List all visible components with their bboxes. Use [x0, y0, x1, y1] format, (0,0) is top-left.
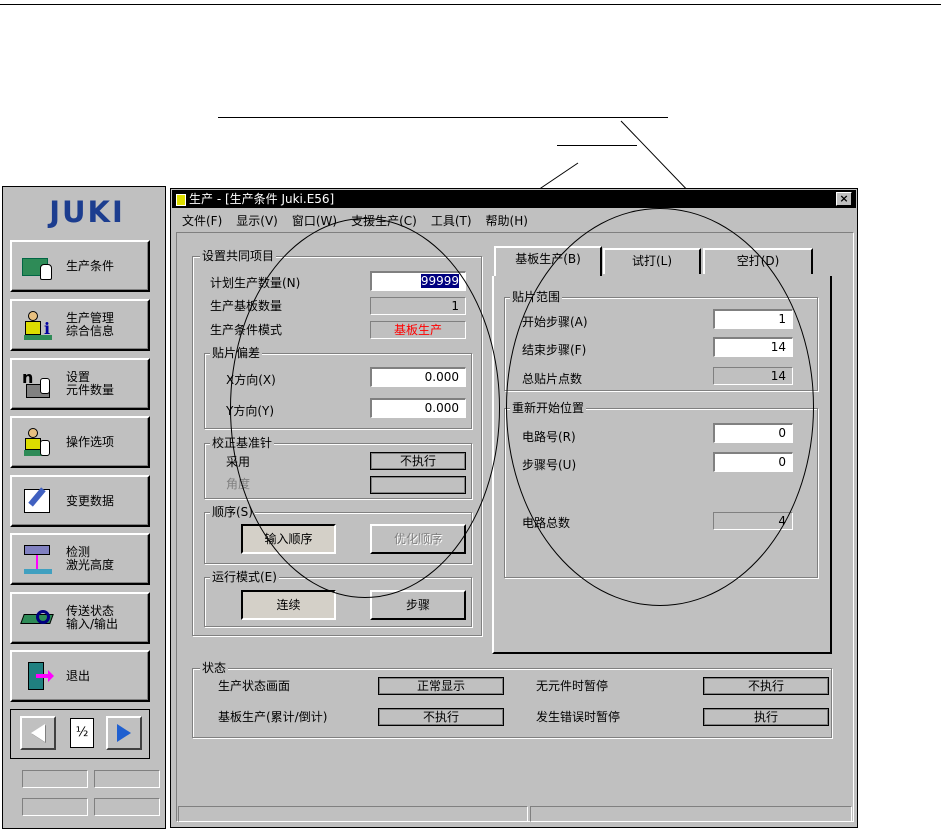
status-screen-value[interactable]: 正常显示	[378, 677, 504, 695]
planned-qty-label: 计划生产数量(N)	[210, 276, 301, 290]
arrow-right-icon	[117, 724, 131, 742]
nav-production-conditions-button[interactable]: 生产条件	[10, 240, 150, 292]
pin-angle-label: 角度	[226, 477, 251, 491]
mode-label: 生产条件模式	[210, 323, 283, 337]
nav-production-management-button[interactable]: i 生产管理 综合信息	[10, 299, 150, 351]
error-pause-value[interactable]: 执行	[703, 708, 829, 726]
page-indicator: ½	[70, 718, 94, 748]
tab-board-production[interactable]: 基板生产(B)	[494, 246, 602, 276]
board-qty-label: 生产基板数量	[210, 299, 283, 313]
close-button[interactable]: ×	[836, 192, 852, 206]
offset-y-label: Y方向(Y)	[226, 404, 275, 418]
pcb-board-hand-icon	[22, 250, 58, 282]
edit-pencil-icon	[22, 485, 58, 517]
status-title: 状态	[200, 661, 229, 675]
circuit-no-input[interactable]: 0	[713, 423, 793, 443]
exit-door-icon	[22, 660, 58, 692]
conveyor-io-icon	[20, 602, 58, 634]
window-title-bar[interactable]: 生产 - [生产条件 Juki.E56]	[172, 190, 856, 208]
step-button[interactable]: 步骤	[370, 590, 466, 620]
next-page-button[interactable]	[106, 716, 142, 750]
start-step-label: 开始步骤(A)	[522, 315, 588, 329]
circuit-total-label: 电路总数	[522, 516, 571, 530]
start-step-input[interactable]: 1	[713, 309, 793, 329]
continuous-button[interactable]: 连续	[241, 590, 336, 620]
circuit-total-value: 4	[713, 512, 793, 530]
prev-page-button[interactable]	[20, 716, 56, 750]
menu-bar: 文件(F) 显示(V) 窗口(W) 支援生产(C) 工具(T) 帮助(H)	[172, 210, 856, 230]
planned-qty-input[interactable]: 99999	[370, 271, 466, 291]
arrow-left-icon	[31, 724, 45, 742]
operator-info-icon: i	[22, 309, 58, 341]
nav-transfer-io-button[interactable]: 传送状态 输入/输出	[10, 592, 150, 644]
operator-options-icon	[22, 426, 58, 458]
tab-test-placement[interactable]: 试打(L)	[603, 248, 701, 274]
pin-use-label: 采用	[226, 455, 251, 469]
nav-label: 生产管理 综合信息	[66, 311, 115, 338]
error-pause-label: 发生错误时暂停	[536, 710, 621, 724]
laser-height-icon	[22, 543, 58, 575]
mode-value: 基板生产	[370, 321, 466, 339]
window-title: 生产 - [生产条件 Juki.E56]	[189, 192, 335, 206]
step-no-label: 步骤号(U)	[522, 458, 577, 472]
run-mode-title: 运行模式(E)	[210, 570, 279, 584]
total-points-value: 14	[713, 367, 793, 385]
nav-operation-options-button[interactable]: 操作选项	[10, 416, 150, 468]
status-cell	[22, 770, 88, 788]
statusbar-pane	[178, 806, 528, 822]
statusbar-pane	[530, 806, 852, 822]
app-icon	[176, 193, 186, 206]
no-part-pause-value[interactable]: 不执行	[703, 677, 829, 695]
menu-file[interactable]: 文件(F)	[182, 212, 222, 229]
nav-label: 检测 激光高度	[66, 545, 115, 572]
count-mode-label: 基板生产(累计/倒计)	[218, 710, 328, 724]
menu-view[interactable]: 显示(V)	[236, 212, 278, 229]
pin-title: 校正基准针	[210, 436, 275, 450]
nav-label: 生产条件	[66, 258, 115, 273]
nav-change-data-button[interactable]: 变更数据	[10, 475, 150, 527]
nav-label: 退出	[66, 668, 91, 683]
optimize-order-button[interactable]: 优化顺序	[370, 524, 466, 554]
nav-laser-height-button[interactable]: 检测 激光高度	[10, 533, 150, 585]
nav-label: 变更数据	[66, 493, 115, 508]
status-cell	[94, 798, 160, 816]
count-mode-value[interactable]: 不执行	[378, 708, 504, 726]
nav-label: 设置 元件数量	[66, 370, 115, 397]
circuit-no-label: 电路号(R)	[522, 430, 576, 444]
pin-angle-value	[370, 476, 466, 494]
order-title: 顺序(S)	[210, 505, 255, 519]
status-cell	[94, 770, 160, 788]
input-order-button[interactable]: 输入顺序	[241, 524, 336, 554]
component-count-icon: n	[22, 368, 58, 400]
juki-logo: JUKI	[49, 195, 125, 229]
offset-title: 贴片偏差	[210, 346, 263, 360]
end-step-label: 结束步骤(F)	[522, 343, 587, 357]
offset-y-input[interactable]: 0.000	[370, 398, 466, 418]
status-screen-label: 生产状态画面	[218, 679, 291, 693]
offset-x-label: X方向(X)	[226, 373, 276, 387]
no-part-pause-label: 无元件时暂停	[536, 679, 609, 693]
restart-title: 重新开始位置	[510, 401, 587, 415]
status-cell	[22, 798, 88, 816]
nav-set-component-count-button[interactable]: n 设置 元件数量	[10, 358, 150, 410]
offset-x-input[interactable]: 0.000	[370, 367, 466, 387]
menu-window[interactable]: 窗口(W)	[292, 212, 337, 229]
step-no-input[interactable]: 0	[713, 452, 793, 472]
menu-help[interactable]: 帮助(H)	[486, 212, 528, 229]
menu-tools[interactable]: 工具(T)	[431, 212, 472, 229]
nav-exit-button[interactable]: 退出	[10, 650, 150, 702]
tab-dry-run[interactable]: 空打(D)	[703, 248, 813, 274]
range-title: 贴片范围	[510, 290, 563, 304]
nav-label: 操作选项	[66, 434, 115, 449]
nav-label: 传送状态 输入/输出	[66, 604, 119, 631]
menu-support[interactable]: 支援生产(C)	[351, 212, 417, 229]
close-icon: ×	[839, 192, 849, 205]
total-points-label: 总贴片点数	[522, 372, 583, 386]
pin-use-value[interactable]: 不执行	[370, 452, 466, 470]
end-step-input[interactable]: 14	[713, 337, 793, 357]
board-qty-value: 1	[370, 297, 466, 315]
common-settings-title: 设置共同项目	[200, 249, 277, 263]
